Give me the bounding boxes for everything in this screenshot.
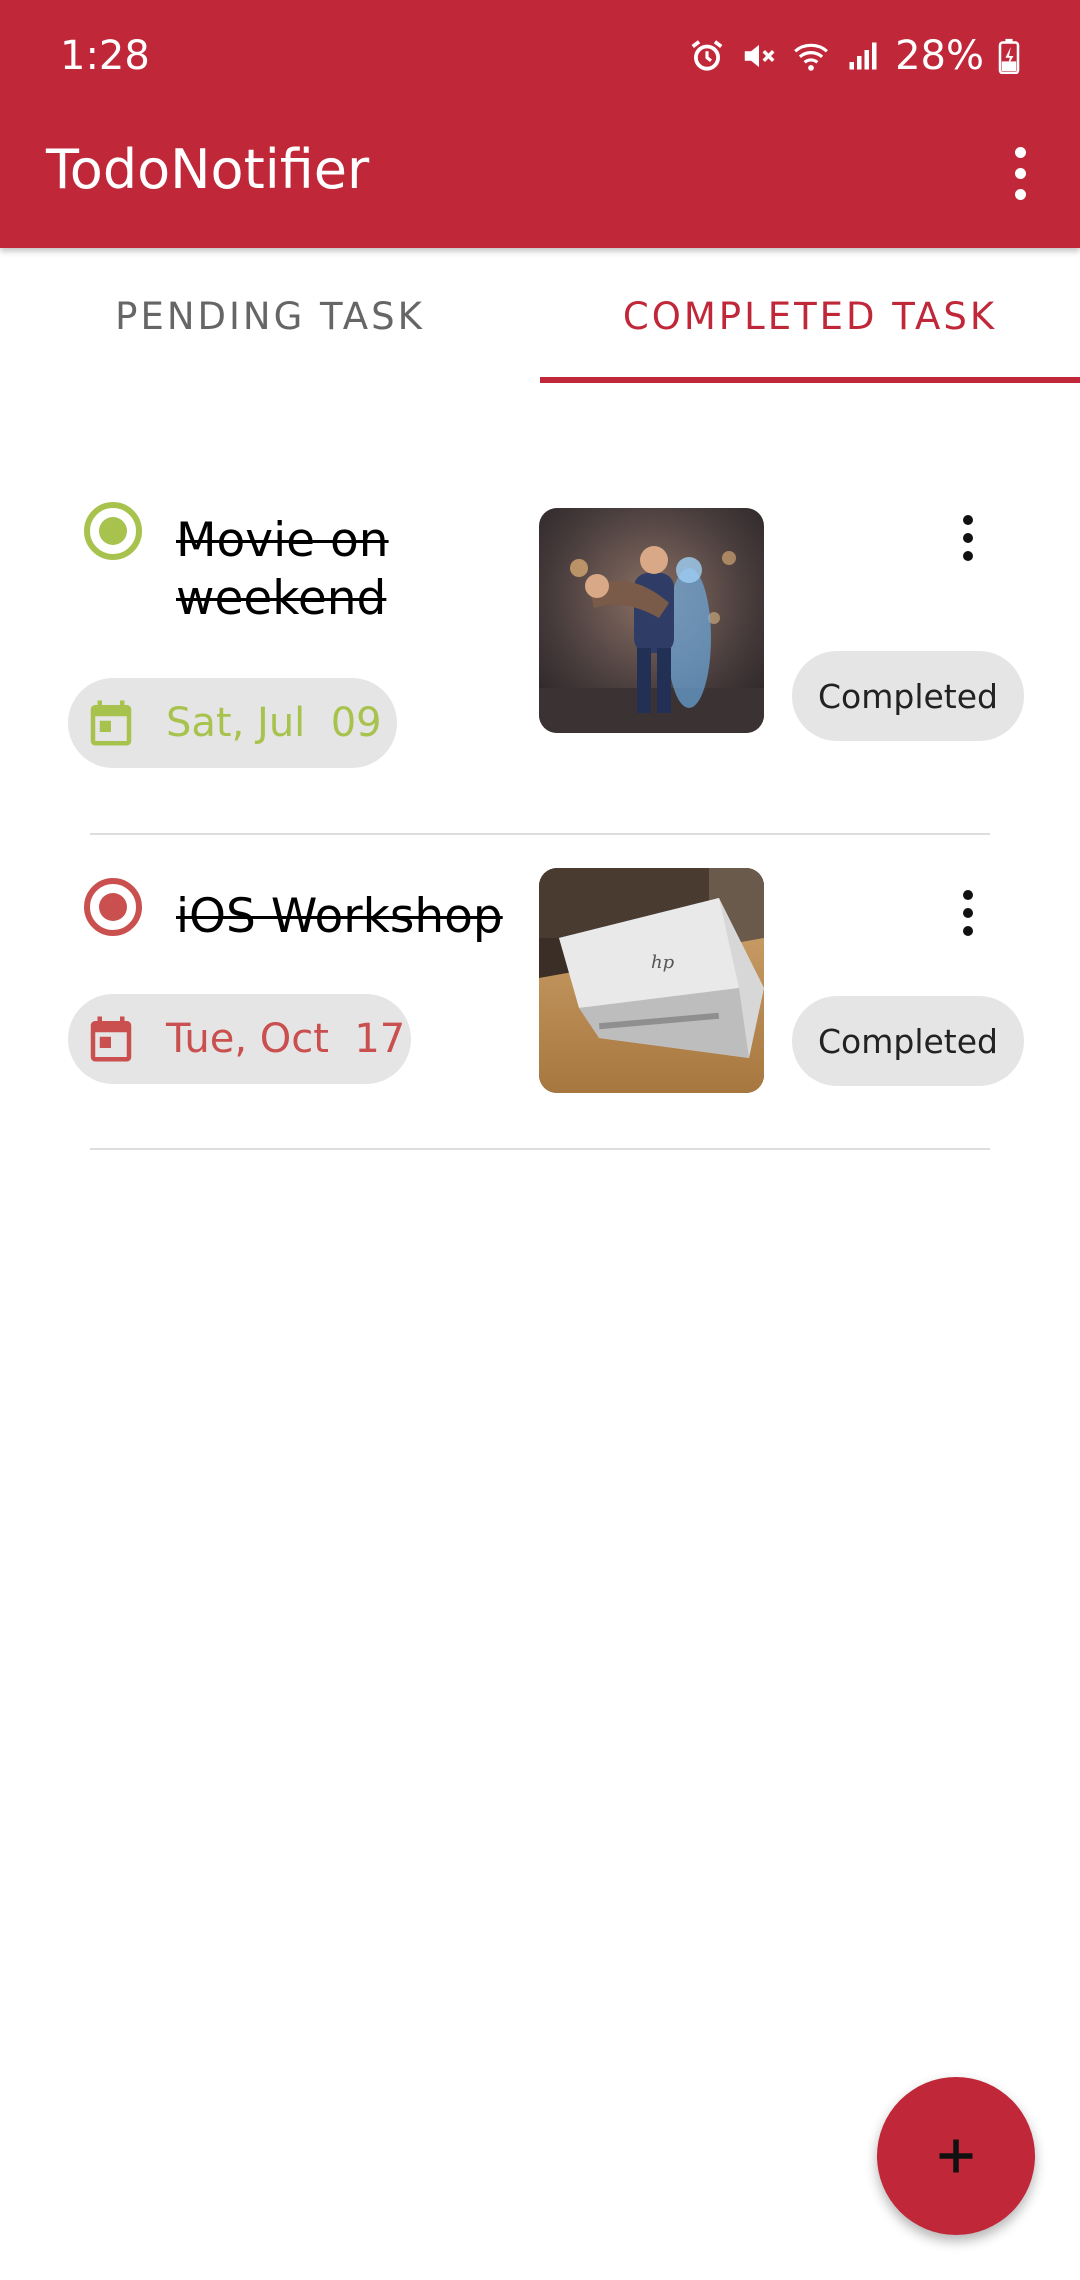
- tab-pending-task[interactable]: PENDING TASK: [0, 248, 540, 384]
- app-bar: 1:28 28% TodoNotifier: [0, 0, 1080, 248]
- task-date: Sat, Jul 09: [166, 700, 382, 746]
- battery-percentage: 28%: [895, 33, 984, 79]
- battery-charging-icon: [996, 34, 1022, 78]
- task-radio-button[interactable]: [84, 502, 142, 560]
- status-chip[interactable]: Completed: [792, 996, 1024, 1086]
- movie-poster-image: [539, 508, 764, 733]
- task-title: iOS Workshop: [176, 889, 503, 944]
- alarm-icon: [687, 34, 727, 78]
- signal-icon: [843, 34, 883, 78]
- divider: [90, 833, 990, 835]
- calendar-icon: [84, 1012, 138, 1066]
- mute-icon: [739, 34, 779, 78]
- calendar-icon: [84, 696, 138, 750]
- app-title: TodoNotifier: [46, 138, 370, 201]
- add-task-button[interactable]: [877, 2077, 1035, 2235]
- svg-text:hp: hp: [651, 952, 675, 973]
- more-vert-icon[interactable]: [1000, 138, 1040, 208]
- status-time: 1:28: [60, 33, 150, 79]
- plus-icon: [934, 2134, 978, 2178]
- task-more-vert-icon[interactable]: [948, 883, 988, 943]
- tab-completed-task[interactable]: COMPLETED TASK: [540, 248, 1080, 384]
- date-chip[interactable]: Tue, Oct 17: [68, 994, 411, 1084]
- tab-bar: PENDING TASK COMPLETED TASK: [0, 248, 1080, 384]
- task-radio-button[interactable]: [84, 878, 142, 936]
- task-title: Movie on weekend: [176, 513, 389, 626]
- task-date: Tue, Oct 17: [166, 1016, 406, 1062]
- status-chip[interactable]: Completed: [792, 651, 1024, 741]
- laptop-image: hp: [539, 868, 764, 1093]
- task-more-vert-icon[interactable]: [948, 508, 988, 568]
- divider: [90, 1148, 990, 1150]
- date-chip[interactable]: Sat, Jul 09: [68, 678, 397, 768]
- status-icons: 28%: [687, 28, 1022, 84]
- wifi-icon: [791, 34, 831, 78]
- tab-indicator: [540, 377, 1080, 383]
